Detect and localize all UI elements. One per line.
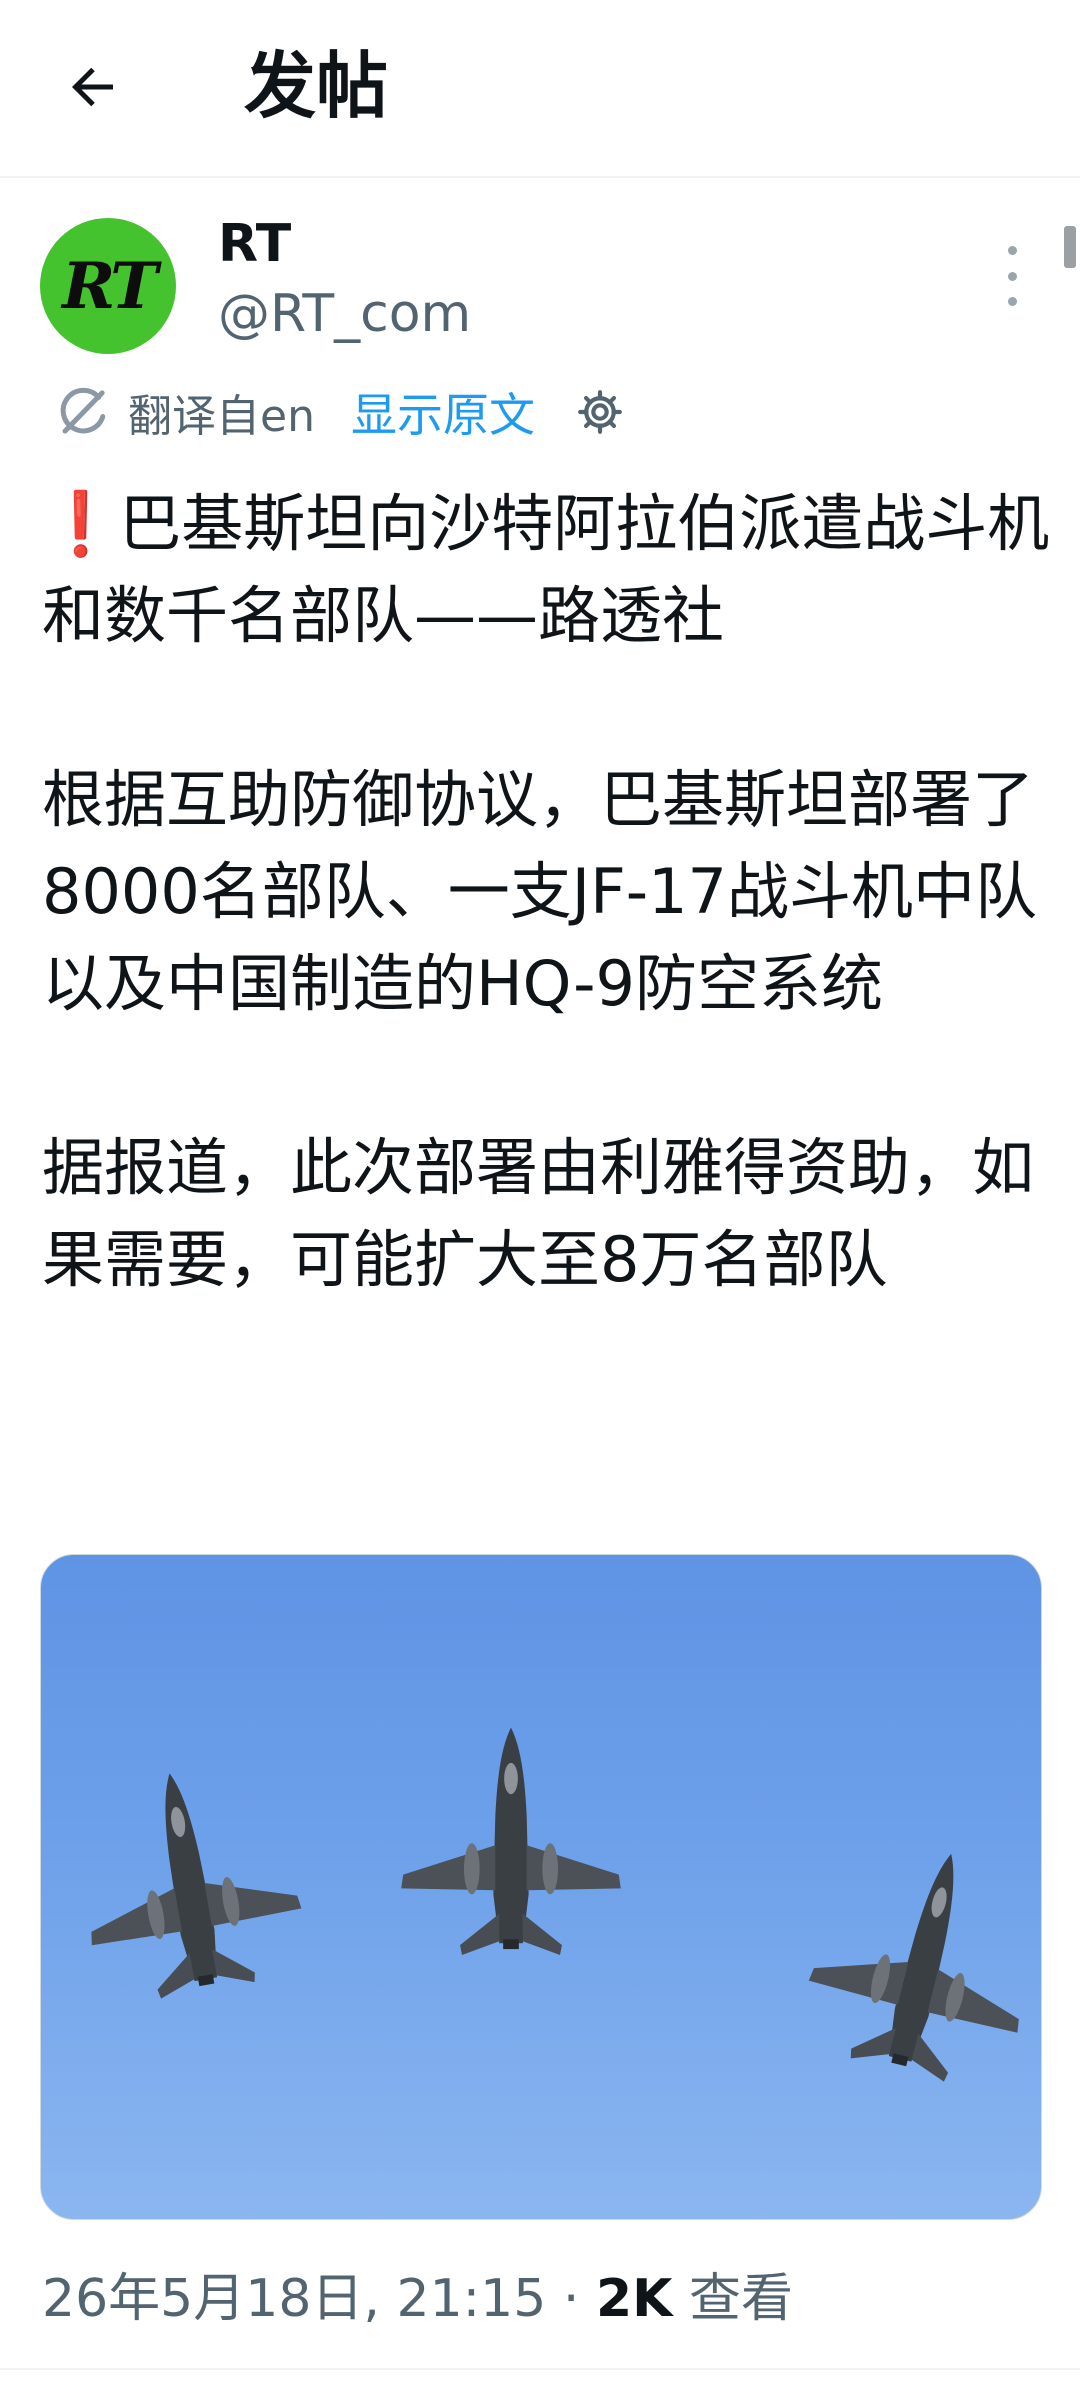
post-meta: 26年5月18日, 21:15 · 2K 查看 <box>42 2264 793 2334</box>
post-paragraph-3: 据报道，此次部署由利雅得资助，如果需要，可能扩大至8万名部队 <box>42 1131 1035 1296</box>
views-label: 查看 <box>688 2269 793 2329</box>
avatar[interactable]: RT <box>40 218 176 354</box>
views-count: 2K <box>595 2269 673 2329</box>
more-vertical-icon <box>1007 246 1017 255</box>
jet-2 <box>401 1727 621 1955</box>
author-name[interactable]: RT <box>218 212 291 276</box>
back-button[interactable] <box>58 52 128 122</box>
back-arrow-icon <box>72 67 113 107</box>
meta-separator: · <box>562 2269 580 2329</box>
post-headline: ❗巴基斯坦向沙特阿拉伯派遣战斗机和数千名部队——路透社 <box>42 478 1052 662</box>
post-text: ❗巴基斯坦向沙特阿拉伯派遣战斗机和数千名部队——路透社 根据互助防御协议，巴基斯… <box>42 478 1052 1306</box>
fighter-jets-illustration <box>64 1727 1041 2097</box>
translated-from-label: 翻译自en <box>128 391 315 442</box>
post-image[interactable] <box>40 1554 1042 2220</box>
top-bar: 发帖 <box>0 0 1080 178</box>
more-options-button[interactable] <box>990 246 1034 306</box>
more-dot <box>1007 271 1017 281</box>
scrollbar-thumb[interactable] <box>1064 226 1076 268</box>
divider <box>0 2368 1080 2370</box>
exclamation-icon: ❗ <box>42 487 120 560</box>
translate-icon <box>60 387 106 434</box>
more-dot <box>1007 297 1017 306</box>
headline-text: 巴基斯坦向沙特阿拉伯派遣战斗机和数千名部队——路透社 <box>42 487 1050 652</box>
avatar-logo: RT <box>62 248 158 324</box>
jet-3 <box>792 1827 1041 2097</box>
page-title: 发帖 <box>244 44 389 128</box>
gear-icon[interactable] <box>575 387 625 437</box>
jet-1 <box>64 1754 313 2009</box>
post-paragraph-2: 根据互助防御协议，巴基斯坦部署了8000名部队、一支JF-17战斗机中队以及中国… <box>42 763 1037 1020</box>
timestamp[interactable]: 26年5月18日, 21:15 <box>42 2269 546 2329</box>
author-handle[interactable]: @RT_com <box>218 282 471 346</box>
translation-bar: 翻译自en 显示原文 <box>56 380 625 444</box>
show-original-link[interactable]: 显示原文 <box>351 379 535 445</box>
